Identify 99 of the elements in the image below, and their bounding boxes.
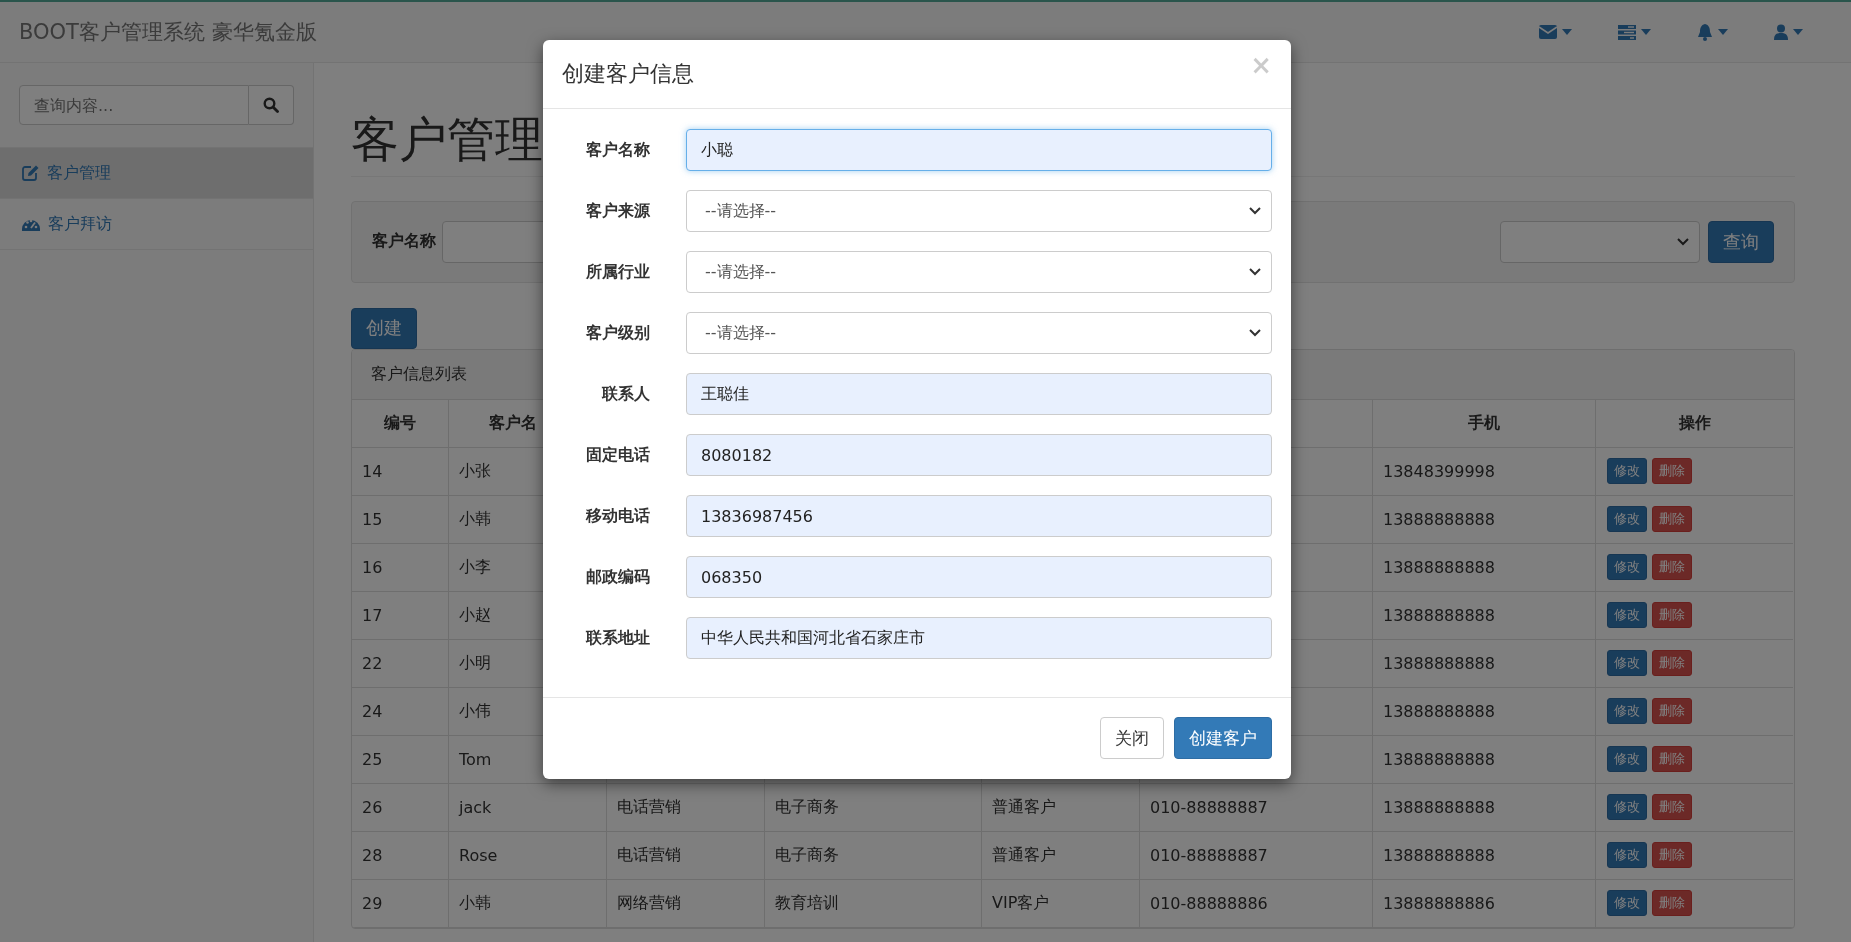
create-customer-button[interactable]: 创建客户 — [1174, 717, 1272, 759]
bell-icon — [1697, 23, 1713, 41]
user-icon — [1774, 24, 1788, 40]
table-cell: 28 — [352, 831, 449, 880]
edit-button[interactable]: 修改 — [1607, 842, 1647, 869]
table-cell: 电子商务 — [765, 783, 982, 832]
delete-button[interactable]: 删除 — [1652, 842, 1692, 869]
input-field[interactable]: 13836987456 — [686, 495, 1272, 537]
delete-button[interactable]: 删除 — [1652, 890, 1692, 917]
chevron-icon — [1249, 329, 1261, 337]
input-field[interactable]: 8080182 — [686, 434, 1272, 476]
edit-button[interactable]: 修改 — [1607, 890, 1647, 917]
table-cell: 010-88888887 — [1140, 831, 1373, 880]
sidebar-item[interactable]: 客户拜访 — [0, 198, 313, 250]
close-dialog-button[interactable]: 关闭 — [1100, 717, 1164, 759]
table-cell: 24 — [352, 687, 449, 736]
edit-button[interactable]: 修改 — [1607, 746, 1647, 773]
table-cell: 网络营销 — [607, 879, 765, 928]
delete-button[interactable]: 删除 — [1652, 650, 1692, 677]
query-button[interactable]: 查询 — [1708, 220, 1774, 263]
table-cell: Rose — [449, 831, 607, 880]
sidebar-item[interactable]: 客户管理 — [0, 147, 313, 198]
table-cell: 13888888888 — [1373, 783, 1596, 832]
table-cell: 16 — [352, 543, 449, 592]
search-button[interactable] — [249, 85, 294, 125]
table-cell: 13848399998 — [1373, 447, 1596, 496]
caret-icon — [1562, 29, 1572, 35]
delete-button[interactable]: 删除 — [1652, 554, 1692, 581]
table-cell: 13888888888 — [1373, 735, 1596, 784]
caret-icon — [1793, 29, 1803, 35]
edit-button[interactable]: 修改 — [1607, 650, 1647, 677]
table-cell: VIP客户 — [982, 879, 1140, 928]
edit-button[interactable]: 修改 — [1607, 602, 1647, 629]
delete-button[interactable]: 删除 — [1652, 746, 1692, 773]
caret-icon — [1718, 29, 1728, 35]
field-label: 客户级别 — [585, 322, 650, 344]
caret-icon — [1641, 29, 1651, 35]
search-field[interactable]: 查询内容... — [19, 85, 249, 125]
table-cell: 普通客户 — [982, 783, 1140, 832]
select-field[interactable]: --请选择-- — [686, 312, 1272, 354]
table-cell: 15 — [352, 495, 449, 544]
table-cell: 13888888886 — [1373, 879, 1596, 928]
table-cell: 教育培训 — [765, 879, 982, 928]
select-field[interactable]: --请选择-- — [686, 190, 1272, 232]
table-cell: 29 — [352, 879, 449, 928]
table-cell: 13888888888 — [1373, 495, 1596, 544]
input-field[interactable]: 中华人民共和国河北省石家庄市 — [686, 617, 1272, 659]
delete-button[interactable]: 删除 — [1652, 794, 1692, 821]
table-cell: 13888888888 — [1373, 687, 1596, 736]
table-cell: 13888888888 — [1373, 831, 1596, 880]
column-header: 编号 — [352, 399, 449, 448]
edit-button[interactable]: 修改 — [1607, 794, 1647, 821]
edit-button[interactable]: 修改 — [1607, 554, 1647, 581]
table-cell: jack — [449, 783, 607, 832]
select-field[interactable] — [1500, 220, 1700, 263]
table-cell: 010-88888887 — [1140, 783, 1373, 832]
field-label: 客户名称 — [372, 231, 436, 253]
column-header: 手机 — [1373, 399, 1596, 448]
delete-button[interactable]: 删除 — [1652, 698, 1692, 725]
delete-button[interactable]: 删除 — [1652, 458, 1692, 485]
input-field[interactable]: 王聪佳 — [686, 373, 1272, 415]
input-field[interactable]: 小聪 — [686, 129, 1272, 171]
close-button[interactable]: × — [1250, 50, 1272, 80]
field-label: 客户来源 — [585, 200, 650, 222]
create-button[interactable]: 创建 — [351, 307, 417, 349]
table-cell: 010-88888886 — [1140, 879, 1373, 928]
table-cell: 13888888888 — [1373, 543, 1596, 592]
brand-title[interactable]: BOOT客户管理系统 豪华氪金版 — [19, 18, 317, 46]
input-field[interactable]: 068350 — [686, 556, 1272, 598]
column-header: 操作 — [1596, 399, 1793, 448]
table-cell: 13888888888 — [1373, 591, 1596, 640]
table-cell: 22 — [352, 639, 449, 688]
table-cell: 25 — [352, 735, 449, 784]
dashboard-icon — [22, 217, 40, 231]
delete-button[interactable]: 删除 — [1652, 506, 1692, 533]
mail-icon — [1539, 25, 1557, 39]
edit-button[interactable]: 修改 — [1607, 458, 1647, 485]
delete-button[interactable]: 删除 — [1652, 602, 1692, 629]
table-cell: 小韩 — [449, 879, 607, 928]
tasks-icon — [1618, 24, 1636, 40]
dialog-title: 创建客户信息 — [562, 60, 694, 88]
chevron-icon — [1249, 207, 1261, 215]
table-cell: 电话营销 — [607, 831, 765, 880]
select-field[interactable]: --请选择-- — [686, 251, 1272, 293]
edit-button[interactable]: 修改 — [1607, 698, 1647, 725]
edit-button[interactable]: 修改 — [1607, 506, 1647, 533]
table-cell: 普通客户 — [982, 831, 1140, 880]
table-cell: 14 — [352, 447, 449, 496]
table-cell: 电子商务 — [765, 831, 982, 880]
edit-icon — [22, 165, 39, 181]
chevron-icon — [1677, 237, 1689, 246]
table-cell: 13888888888 — [1373, 639, 1596, 688]
table-cell: 17 — [352, 591, 449, 640]
chevron-icon — [1249, 268, 1261, 276]
table-cell: 电话营销 — [607, 783, 765, 832]
field-label: 所属行业 — [585, 261, 650, 283]
search-icon — [263, 97, 279, 113]
table-cell: 26 — [352, 783, 449, 832]
field-label: 客户名称 — [585, 139, 650, 161]
